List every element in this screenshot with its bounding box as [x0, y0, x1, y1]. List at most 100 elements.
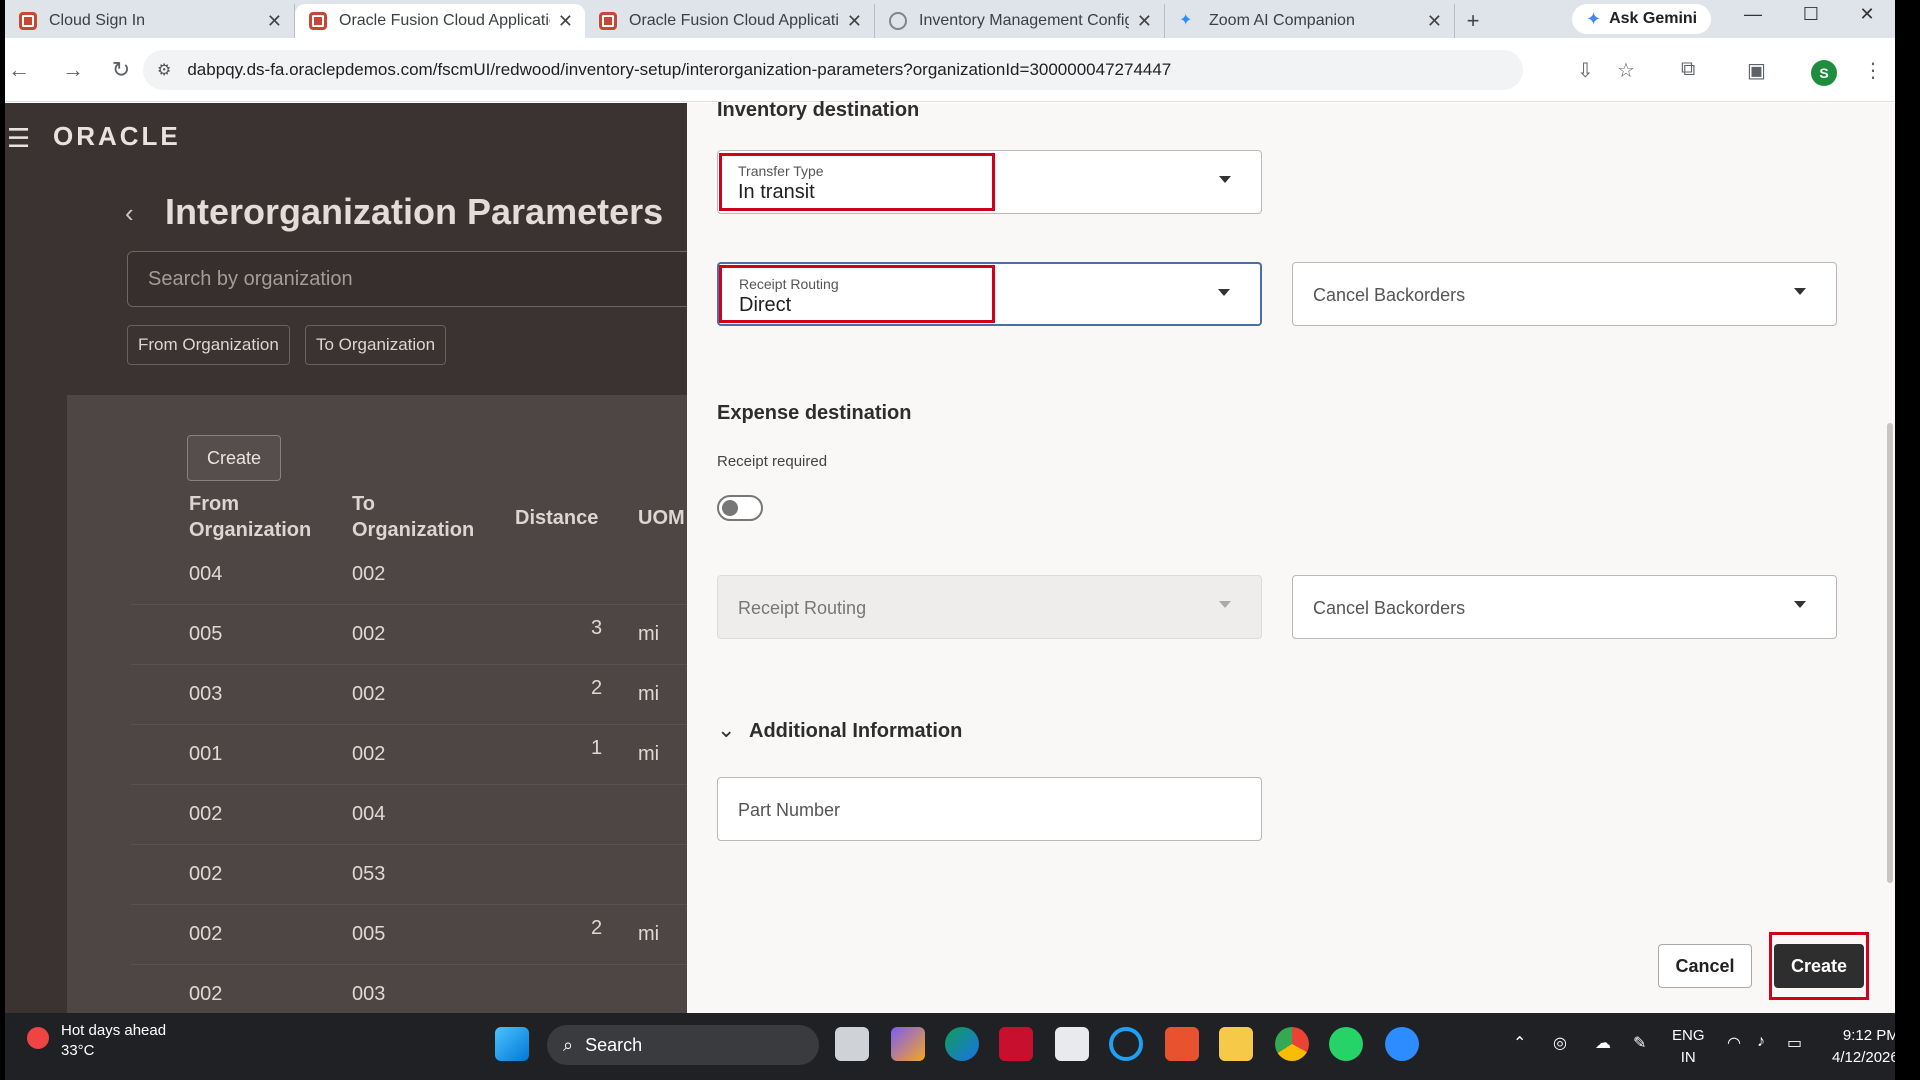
region-code: IN [1680, 1049, 1696, 1066]
chevron-down-icon[interactable]: ⌄ [717, 717, 735, 743]
create-button[interactable]: Create [1774, 944, 1864, 988]
volume-icon[interactable]: ♪ [1757, 1033, 1765, 1051]
sparkle-icon: ✦ [1179, 12, 1193, 29]
install-app-icon[interactable]: ⇩ [1577, 58, 1594, 83]
back-arrow-icon[interactable]: ← [5, 57, 41, 83]
drawer-scrollbar[interactable] [1887, 423, 1893, 883]
back-chevron-icon[interactable]: ‹ [125, 198, 134, 229]
table-row[interactable]: 004 002 [131, 545, 687, 605]
table-row[interactable]: 002 005 2 mi [131, 905, 687, 965]
edge-browser-icon[interactable] [945, 1027, 979, 1061]
table-row[interactable]: 002 053 [131, 845, 687, 905]
file-explorer-icon[interactable] [1219, 1027, 1253, 1061]
cell-distance: 3 [591, 617, 603, 639]
part-number-input[interactable]: Part Number [717, 777, 1262, 841]
table-row[interactable]: 002 003 [131, 965, 687, 1013]
address-bar[interactable]: ⚙ dabpqy.ds-fa.oraclepdemos.com/fscmUI/r… [143, 50, 1523, 90]
cell-to: 005 [352, 923, 386, 945]
receipt-required-label: Receipt required [717, 453, 828, 470]
cortana-icon[interactable] [1109, 1027, 1143, 1061]
side-panel-icon[interactable]: ▣ [1747, 58, 1766, 83]
chevron-up-icon[interactable]: ⌃ [1513, 1033, 1526, 1053]
system-clock[interactable]: 9:12 PM 4/12/2026 [1832, 1025, 1895, 1069]
whatsapp-icon[interactable] [1329, 1027, 1363, 1061]
chrome-icon[interactable] [1275, 1027, 1309, 1061]
table-row[interactable]: 002 004 [131, 785, 687, 845]
receipt-routing-select[interactable]: Receipt Routing Direct [717, 262, 1262, 326]
taskbar-search[interactable]: ⌕ Search [547, 1025, 819, 1065]
battery-icon[interactable]: ▭ [1787, 1033, 1802, 1053]
filter-chip-from-organization[interactable]: From Organization [127, 325, 290, 365]
bookmark-star-icon[interactable]: ☆ [1617, 58, 1635, 83]
cell-distance: 1 [591, 737, 603, 759]
cell-from: 005 [189, 623, 223, 645]
cancel-backorders-select[interactable]: Cancel Backorders [1292, 262, 1837, 326]
window-close-icon[interactable]: ✕ [1847, 4, 1887, 25]
input-language[interactable]: ENG IN [1672, 1025, 1705, 1069]
extensions-icon[interactable]: ⧉ [1681, 58, 1695, 81]
wifi-icon[interactable]: ◠ [1727, 1033, 1741, 1053]
close-icon[interactable]: ✕ [558, 11, 573, 32]
filter-chip-to-organization[interactable]: To Organization [305, 325, 447, 365]
mcafee-icon[interactable] [999, 1027, 1033, 1061]
copilot-icon[interactable] [891, 1027, 925, 1061]
cancel-button[interactable]: Cancel [1658, 944, 1752, 988]
close-icon[interactable]: ✕ [1427, 11, 1442, 32]
new-tab-button[interactable]: + [1455, 4, 1491, 38]
pen-icon[interactable]: ✎ [1633, 1033, 1646, 1053]
column-header-distance: Distance [515, 507, 599, 529]
gemini-sparkle-icon: ✦ [1586, 8, 1602, 29]
oracle-favicon-icon [599, 12, 617, 30]
windows-start-icon[interactable] [495, 1027, 529, 1061]
zoom-icon[interactable] [1385, 1027, 1419, 1061]
hamburger-menu-icon[interactable]: ☰ [7, 123, 30, 154]
expense-cancel-backorders-select[interactable]: Cancel Backorders [1292, 575, 1837, 639]
office-app-icon[interactable] [1165, 1027, 1199, 1061]
receipt-required-toggle[interactable] [717, 495, 763, 521]
table-row[interactable]: 005 002 3 mi [131, 605, 687, 665]
cell-from: 002 [189, 863, 223, 885]
screen: Cloud Sign In ✕ Oracle Fusion Cloud Appl… [5, 0, 1895, 1080]
additional-information-heading[interactable]: Additional Information [749, 720, 962, 743]
maximize-icon[interactable]: ☐ [1791, 4, 1831, 25]
browser-tab-oracle-fusion[interactable]: Oracle Fusion Cloud Applicatio ✕ [585, 4, 875, 38]
create-parameter-button[interactable]: Create [187, 435, 281, 481]
parameters-table: Create From Organization To Organization… [67, 395, 687, 1013]
weather-title: Hot days ahead [61, 1022, 167, 1039]
ask-gemini-label: Ask Gemini [1609, 10, 1698, 27]
app-area: ☰ ORACLE ‹ Interorganization Parameters … [5, 99, 1895, 1013]
task-view-icon[interactable] [835, 1027, 869, 1061]
weather-widget[interactable]: Hot days ahead 33°C [27, 1021, 166, 1061]
cell-uom: mi [638, 743, 660, 765]
more-menu-icon[interactable]: ⋮ [1863, 58, 1883, 83]
clock-time: 9:12 PM [1842, 1027, 1895, 1044]
ask-gemini-button[interactable]: ✦ Ask Gemini [1572, 4, 1712, 34]
sync-icon[interactable]: ◎ [1553, 1033, 1567, 1053]
close-icon[interactable]: ✕ [847, 11, 862, 32]
site-settings-icon[interactable]: ⚙ [157, 60, 171, 80]
table-row[interactable]: 003 002 2 mi [131, 665, 687, 725]
close-icon[interactable]: ✕ [267, 11, 282, 32]
cloud-icon[interactable]: ☁ [1595, 1033, 1611, 1053]
profile-avatar[interactable]: S [1811, 60, 1837, 86]
tab-label: Inventory Management Config [919, 12, 1129, 29]
url-text: dabpqy.ds-fa.oraclepdemos.com/fscmUI/red… [187, 60, 1172, 79]
expense-destination-heading: Expense destination [717, 402, 912, 424]
organization-search-input[interactable]: Search by organization [127, 251, 687, 307]
forward-arrow-icon[interactable]: → [51, 57, 95, 83]
reload-icon[interactable]: ↻ [99, 57, 143, 83]
cell-to: 002 [352, 623, 386, 645]
table-row[interactable]: 001 002 1 mi [131, 725, 687, 785]
browser-tab-oracle-fusion-active[interactable]: Oracle Fusion Cloud Applicatio ✕ [295, 4, 585, 38]
oracle-logo: ORACLE [53, 121, 181, 151]
tab-label: Oracle Fusion Cloud Applicatio [629, 12, 839, 29]
transfer-type-select[interactable]: Transfer Type In transit [717, 150, 1262, 214]
minimize-icon[interactable]: — [1733, 4, 1773, 25]
browser-tab-cloud-sign-in[interactable]: Cloud Sign In ✕ [5, 4, 295, 38]
tab-label: Zoom AI Companion [1209, 12, 1355, 29]
browser-tab-inventory-config[interactable]: Inventory Management Config ✕ [875, 4, 1165, 38]
close-icon[interactable]: ✕ [1137, 11, 1152, 32]
browser-tab-zoom-ai[interactable]: ✦ Zoom AI Companion ✕ [1165, 4, 1455, 38]
tab-label: Oracle Fusion Cloud Applicatio [339, 12, 550, 29]
microsoft-store-icon[interactable] [1055, 1027, 1089, 1061]
